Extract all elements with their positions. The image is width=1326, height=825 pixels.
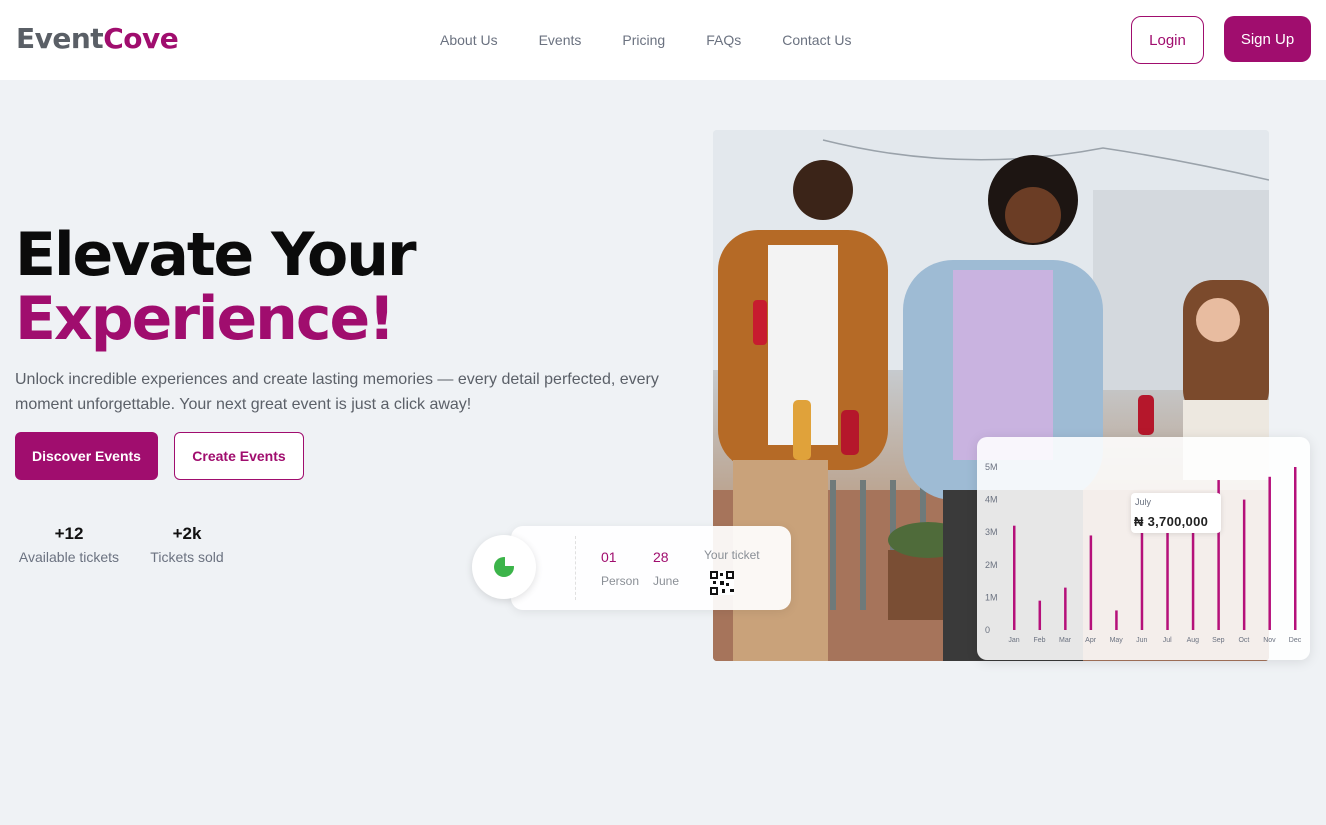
nav-contact-us[interactable]: Contact Us (782, 32, 851, 48)
login-button[interactable]: Login (1131, 16, 1204, 64)
y-tick-label: 3M (985, 527, 998, 537)
hero-title-line1: Elevate Your (15, 220, 417, 290)
ticket-person-value: 01 (601, 549, 617, 565)
ticket-pie-button[interactable] (472, 535, 536, 599)
y-tick-label: 0 (985, 625, 990, 635)
site-header: EventCove About Us Events Pricing FAQs C… (0, 0, 1326, 80)
nav-pricing[interactable]: Pricing (622, 32, 665, 48)
chart-bar-aug[interactable] (1191, 528, 1195, 630)
qr-code-icon (710, 571, 734, 595)
chart-bar-mar[interactable] (1064, 587, 1067, 630)
chart-bar-jan[interactable] (1013, 525, 1016, 630)
create-events-button[interactable]: Create Events (174, 432, 304, 480)
revenue-chart-card: 0 1M 2M 3M 4M 5M Jan Feb Mar Apr May Jun Jul Aug Sep Oc… (977, 437, 1310, 660)
stat-value: +12 (54, 524, 84, 543)
ticket-title: Your ticket (704, 548, 760, 562)
x-tick-label: May (1110, 637, 1124, 644)
chart-bar-may[interactable] (1115, 610, 1118, 630)
x-tick-label: Jul (1163, 637, 1172, 644)
nav-events[interactable]: Events (539, 32, 582, 48)
nav-faqs[interactable]: FAQs (706, 32, 741, 48)
logo-part-event: Event (16, 22, 104, 55)
x-tick-label: Feb (1034, 637, 1046, 644)
hero-title-line2: Experience! (15, 284, 396, 354)
chart-bar-nov[interactable] (1268, 476, 1271, 630)
ticket-date-label: June (653, 574, 680, 588)
y-tick-label: 2M (985, 560, 998, 570)
x-tick-label: Sep (1212, 637, 1225, 644)
chart-bar-feb[interactable] (1038, 600, 1042, 630)
x-tick-label: Oct (1238, 637, 1249, 644)
x-tick-label: Dec (1289, 637, 1302, 644)
ticket-date-value: 28 (653, 549, 669, 565)
x-tick-label: Aug (1187, 637, 1200, 644)
chart-bar-apr[interactable] (1089, 535, 1093, 630)
revenue-bar-chart: 0 1M 2M 3M 4M 5M Jan Feb Mar Apr May Jun Jul Aug Sep Oc… (985, 462, 1302, 644)
stat-available-tickets: +12 Available tickets (15, 524, 123, 565)
nav-about-us[interactable]: About Us (440, 32, 498, 48)
tooltip-amount: ₦ 3,700,000 (1134, 514, 1209, 529)
ticket-card[interactable]: 01 Person 28 June Your ticket (511, 526, 791, 610)
chart-bar-oct[interactable] (1242, 499, 1246, 630)
ticket-person-label: Person (601, 574, 640, 588)
logo-part-cove: Cove (103, 22, 179, 55)
x-tick-label: Mar (1059, 637, 1072, 644)
x-tick-label: Jun (1136, 637, 1147, 644)
stat-tickets-sold: +2k Tickets sold (146, 524, 228, 565)
pie-chart-icon (494, 556, 515, 577)
chart-tooltip: July ₦ 3,700,000 (1131, 493, 1221, 533)
y-tick-label: 4M (985, 495, 998, 505)
main-nav: About Us Events Pricing FAQs Contact Us (440, 32, 892, 48)
chart-bar-jun[interactable] (1140, 532, 1144, 630)
stat-value: +2k (172, 524, 202, 543)
chart-bar-dec[interactable] (1294, 467, 1297, 630)
x-tick-label: Nov (1263, 637, 1276, 644)
ticket-divider (575, 536, 576, 600)
y-tick-label: 1M (985, 592, 998, 602)
x-tick-label: Jan (1008, 637, 1019, 644)
x-tick-label: Apr (1085, 637, 1097, 644)
logo[interactable]: EventCove (16, 22, 179, 55)
y-tick-label: 5M (985, 462, 998, 472)
stat-label: Available tickets (18, 549, 120, 565)
tooltip-month: July (1135, 497, 1152, 507)
signup-button[interactable]: Sign Up (1224, 16, 1311, 62)
stat-label: Tickets sold (150, 549, 224, 565)
discover-events-button[interactable]: Discover Events (15, 432, 158, 480)
hero-subtitle: Unlock incredible experiences and create… (15, 371, 659, 413)
